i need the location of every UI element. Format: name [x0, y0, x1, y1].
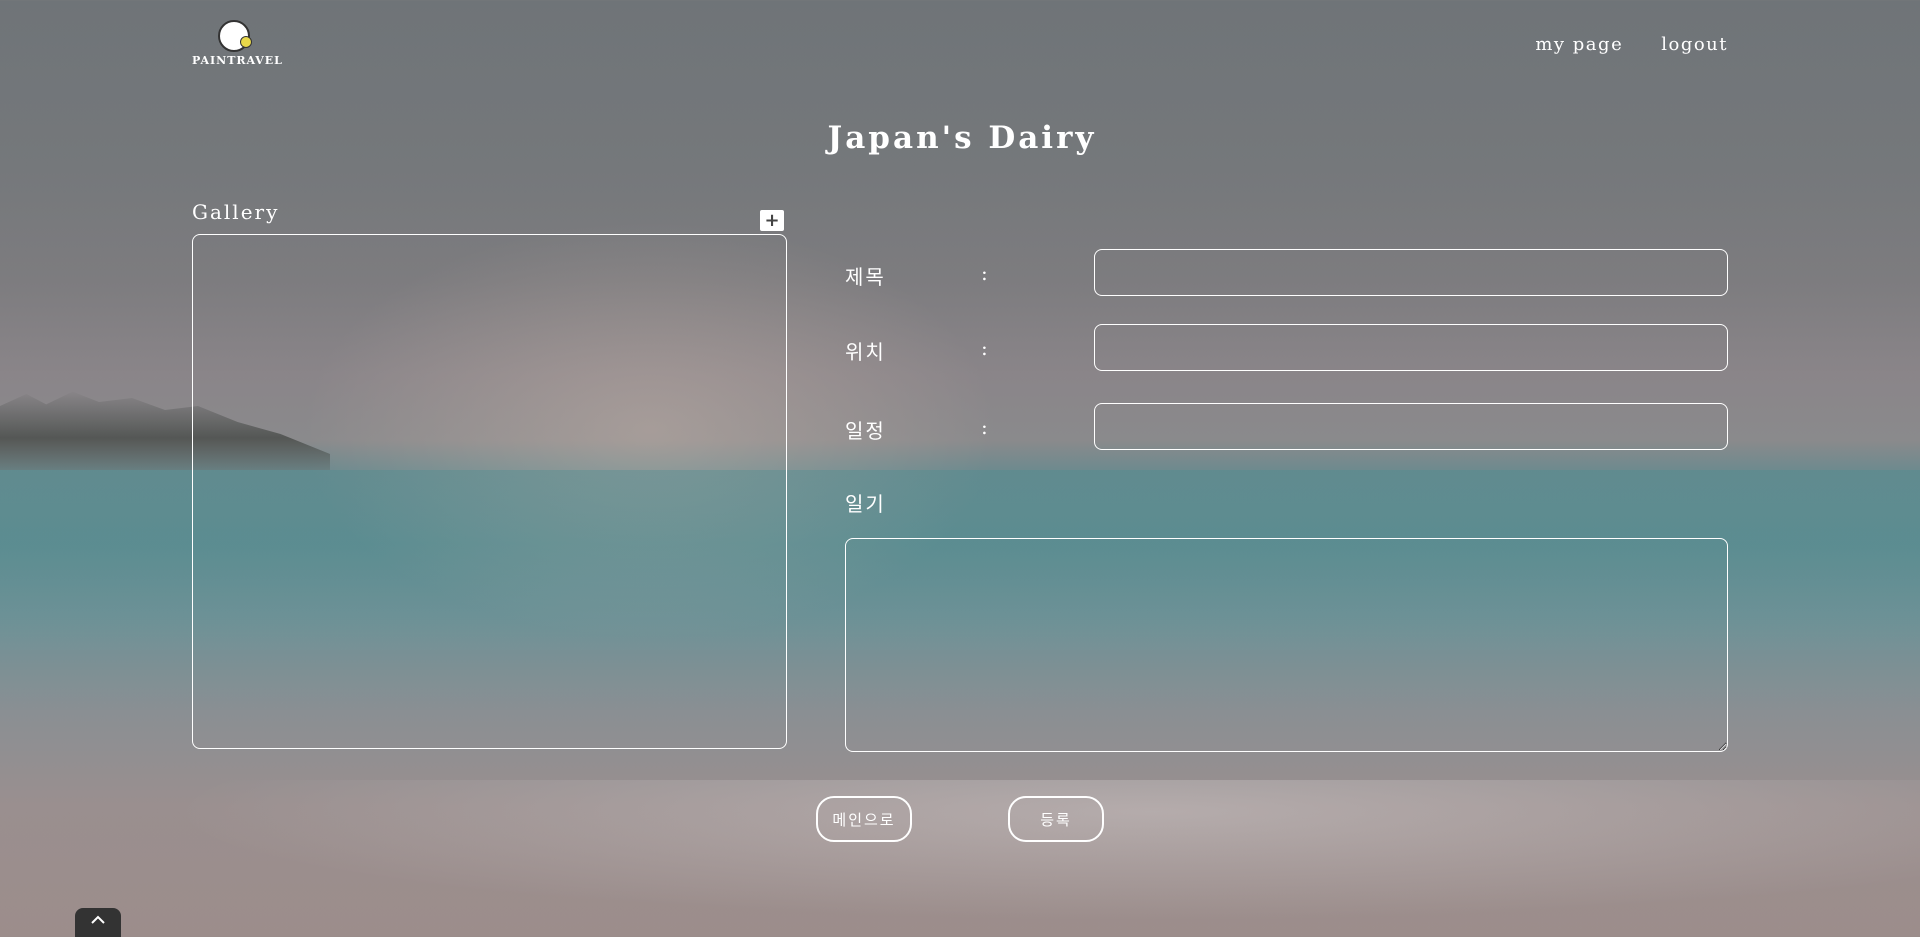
top-nav: my page logout: [1535, 34, 1728, 55]
schedule-colon: :: [981, 415, 988, 439]
location-colon: :: [981, 336, 988, 360]
background-foam: [0, 780, 1920, 937]
location-label: 위치: [845, 340, 886, 364]
diary-textarea[interactable]: [845, 538, 1728, 752]
gallery-box[interactable]: [192, 234, 787, 749]
title-label: 제목: [845, 265, 886, 289]
title-field-row: 제목 :: [845, 249, 1728, 297]
logo-link[interactable]: PAINTRAVEL: [192, 20, 283, 70]
gallery-label: Gallery: [192, 200, 280, 224]
scroll-top-button[interactable]: [75, 908, 121, 937]
logo-icon: [218, 20, 252, 52]
location-input[interactable]: [1094, 324, 1728, 371]
plus-icon: +: [764, 210, 780, 231]
page-title: Japan's Dairy: [827, 120, 1097, 156]
nav-my-page-link[interactable]: my page: [1535, 34, 1623, 55]
diary-label: 일기: [845, 492, 886, 516]
go-main-button[interactable]: 메인으로: [816, 796, 912, 842]
schedule-label: 일정: [845, 419, 886, 443]
chevron-up-icon: [91, 915, 105, 924]
title-input[interactable]: [1094, 249, 1728, 296]
register-button[interactable]: 등록: [1008, 796, 1104, 842]
schedule-input[interactable]: [1094, 403, 1728, 450]
title-colon: :: [981, 261, 988, 285]
logo-text: PAINTRAVEL: [192, 54, 283, 67]
nav-logout-link[interactable]: logout: [1661, 34, 1728, 55]
add-photo-button[interactable]: +: [760, 210, 784, 231]
location-field-row: 위치 :: [845, 324, 1728, 372]
schedule-field-row: 일정 :: [845, 403, 1728, 451]
